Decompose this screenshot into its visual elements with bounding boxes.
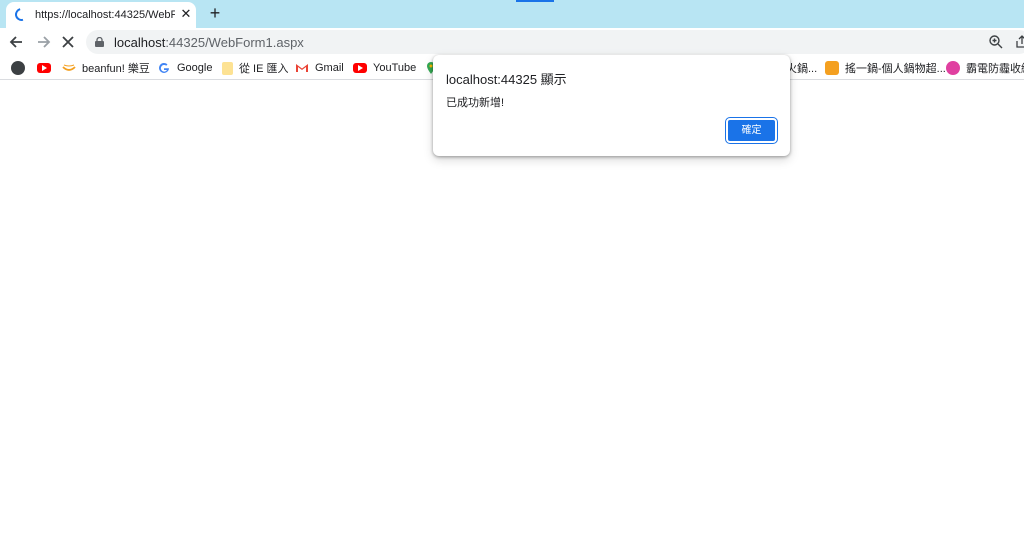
bookmark-youtube[interactable]: YouTube [353, 60, 416, 76]
bookmark-label: YouTube [373, 62, 417, 74]
folder-icon [222, 61, 233, 75]
bookmark-label: beanfun! 樂豆 [82, 63, 150, 75]
youtube-icon [353, 63, 367, 73]
browser-toolbar: localhost:44325/WebForm1.aspx [0, 28, 1024, 56]
address-url[interactable]: localhost:44325/WebForm1.aspx [114, 35, 304, 50]
dialog-message: 已成功新增! [446, 97, 505, 109]
bookmark-folder-ie[interactable]: 從 IE 匯入 [222, 60, 289, 76]
bookmark-label: 搖一鍋-個人鍋物超... [845, 63, 946, 75]
tab-strip: https://localhost:44325/WebForm1.aspx ✕ … [0, 0, 1024, 28]
alert-dialog: localhost:44325 顯示 已成功新增! 確定 [433, 55, 790, 156]
lock-icon[interactable] [95, 37, 104, 47]
bookmark-label: 火鍋... [786, 63, 818, 75]
globe-icon [11, 61, 25, 75]
stop-loading-button[interactable] [58, 32, 78, 52]
new-tab-button[interactable]: + [205, 4, 225, 24]
url-path: :44325/WebForm1.aspx [165, 35, 304, 50]
youtube-icon [37, 63, 51, 73]
ok-button[interactable]: 確定 [725, 117, 778, 144]
bookmark-globe[interactable] [11, 60, 31, 76]
beanfun-icon [62, 64, 76, 71]
bookmark-label: Google [177, 62, 213, 74]
dialog-origin: localhost:44325 顯示 [446, 72, 567, 87]
bookmark-yaoyiguo[interactable]: 搖一鍋-個人鍋物超... [825, 60, 946, 76]
arrow-right-icon [38, 36, 51, 48]
back-button[interactable] [7, 32, 27, 52]
tab-title: https://localhost:44325/WebForm1.aspx [35, 9, 175, 21]
url-host: localhost [114, 35, 166, 50]
tab-close-icon[interactable]: ✕ [179, 7, 193, 21]
bookmark-youtube-icon[interactable] [37, 60, 57, 76]
zoom-icon[interactable] [988, 34, 1004, 50]
arrow-left-icon [9, 36, 22, 48]
bookmark-google[interactable]: Google [157, 60, 212, 76]
bookmark-label: Gmail [315, 62, 344, 74]
bookmark-storage[interactable]: 霸電防霾收納 [946, 60, 1024, 76]
google-icon [159, 62, 169, 73]
bookmark-hotpot[interactable]: 火鍋... [786, 60, 817, 76]
tab-active[interactable]: https://localhost:44325/WebForm1.aspx ✕ [6, 2, 196, 28]
orange-icon [825, 61, 839, 75]
address-bar[interactable]: localhost:44325/WebForm1.aspx [86, 30, 1024, 54]
bookmark-beanfun[interactable]: beanfun! 樂豆 [62, 60, 150, 76]
share-icon[interactable] [1014, 34, 1024, 50]
bookmark-label: 霸電防霾收納 [966, 63, 1024, 75]
loading-spinner-icon [12, 5, 31, 24]
gmail-icon [296, 64, 308, 72]
close-icon [62, 36, 74, 48]
bookmark-label: 從 IE 匯入 [239, 63, 289, 75]
forward-button[interactable] [33, 32, 53, 52]
bookmark-gmail[interactable]: Gmail [295, 60, 344, 76]
pink-icon [946, 61, 960, 75]
tab-strip-accent [516, 0, 554, 2]
